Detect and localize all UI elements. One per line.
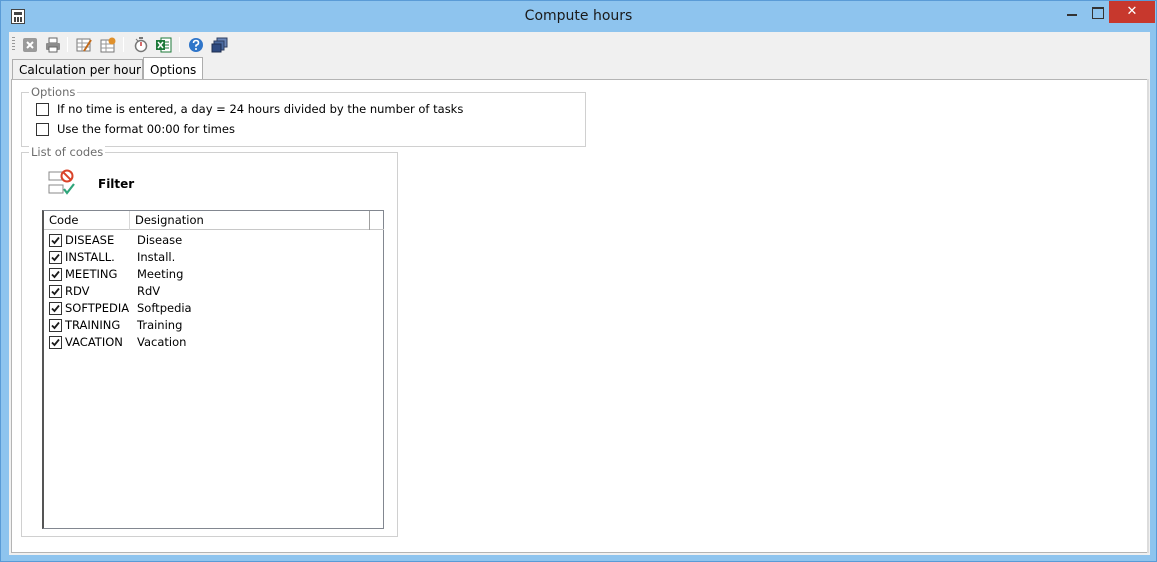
option-24h-checkbox[interactable] <box>36 102 49 116</box>
checkmark-icon <box>51 304 60 313</box>
options-group: Options If no time is entered, a day = 2… <box>21 85 586 147</box>
row-code: MEETING <box>65 267 118 281</box>
list-item[interactable]: SOFTPEDIA Softpedia <box>47 300 383 317</box>
column-header-code[interactable]: Code <box>44 211 130 230</box>
tab-calculation-per-hour[interactable]: Calculation per hour <box>12 59 143 80</box>
close-icon: ✕ <box>1126 4 1138 19</box>
maximize-button[interactable] <box>1085 1 1109 23</box>
minimize-button[interactable] <box>1059 1 1085 23</box>
row-checkbox[interactable] <box>49 268 62 281</box>
toolbar-grip[interactable] <box>12 37 15 52</box>
list-item[interactable]: RDV RdV <box>47 283 383 300</box>
row-checkbox[interactable] <box>49 234 62 247</box>
list-item[interactable]: DISEASE Disease <box>47 232 383 249</box>
option-time-format[interactable]: Use the format 00:00 for times <box>36 121 235 137</box>
row-designation: Softpedia <box>137 301 192 315</box>
filter-button[interactable]: Filter <box>98 177 134 191</box>
help-icon[interactable] <box>187 36 205 54</box>
codes-group-title: List of codes <box>29 145 106 159</box>
row-code: DISEASE <box>65 233 115 247</box>
codes-list[interactable]: Code Designation DISEASE Disease INSTALL. I… <box>42 210 384 529</box>
list-item[interactable]: VACATION Vacation <box>47 334 383 351</box>
filter-icon[interactable] <box>48 169 76 199</box>
options-group-title: Options <box>29 85 78 99</box>
row-designation: RdV <box>137 284 161 298</box>
client-area: Calculation per hour Options Options If … <box>9 32 1150 555</box>
codes-group: List of codes Filter Code Designation DI… <box>21 145 398 537</box>
print-icon[interactable] <box>44 36 62 54</box>
codes-list-header: Code Designation <box>44 211 384 230</box>
list-item[interactable]: MEETING Meeting <box>47 266 383 283</box>
row-code: RDV <box>65 284 90 298</box>
main-window: Compute hours ✕ Calculation per hour Opt… <box>0 0 1157 562</box>
row-checkbox[interactable] <box>49 285 62 298</box>
option-24h-label: If no time is entered, a day = 24 hours … <box>57 102 464 116</box>
row-code: INSTALL. <box>65 250 115 264</box>
row-code: SOFTPEDIA <box>65 301 130 315</box>
close-icon[interactable] <box>21 36 39 54</box>
checkmark-icon <box>51 236 60 245</box>
table-edit-icon[interactable] <box>75 36 93 54</box>
panel-scrollbar[interactable] <box>1147 79 1149 553</box>
list-item[interactable]: TRAINING Training <box>47 317 383 334</box>
stopwatch-icon[interactable] <box>132 36 150 54</box>
row-designation: Meeting <box>137 267 184 281</box>
checkmark-icon <box>51 270 60 279</box>
checkmark-icon <box>51 253 60 262</box>
excel-icon[interactable] <box>155 36 173 54</box>
row-designation: Vacation <box>137 335 187 349</box>
option-time-format-checkbox[interactable] <box>36 122 49 136</box>
toolbar-separator <box>179 37 180 52</box>
checkmark-icon <box>51 321 60 330</box>
toolbar <box>9 32 1150 57</box>
row-checkbox[interactable] <box>49 302 62 315</box>
row-designation: Disease <box>137 233 183 247</box>
checkmark-icon <box>51 338 60 347</box>
row-designation: Training <box>137 318 183 332</box>
windows-icon[interactable] <box>211 36 229 54</box>
window-title: Compute hours <box>524 8 633 24</box>
option-time-format-label: Use the format 00:00 for times <box>57 122 235 136</box>
list-item[interactable]: INSTALL. Install. <box>47 249 383 266</box>
options-panel: Options If no time is entered, a day = 2… <box>11 79 1148 553</box>
row-designation: Install. <box>137 250 176 264</box>
close-window-button[interactable]: ✕ <box>1109 1 1155 23</box>
toolbar-separator <box>67 37 68 52</box>
row-checkbox[interactable] <box>49 319 62 332</box>
title-bar[interactable]: Compute hours ✕ <box>1 1 1156 32</box>
checkmark-icon <box>51 287 60 296</box>
toolbar-separator <box>123 37 124 52</box>
option-24h-divided[interactable]: If no time is entered, a day = 24 hours … <box>36 101 463 117</box>
table-config-icon[interactable] <box>99 36 117 54</box>
row-code: TRAINING <box>65 318 121 332</box>
row-code: VACATION <box>65 335 123 349</box>
row-checkbox[interactable] <box>49 251 62 264</box>
row-checkbox[interactable] <box>49 336 62 349</box>
tab-options[interactable]: Options <box>143 57 203 79</box>
column-header-designation[interactable]: Designation <box>130 211 370 230</box>
